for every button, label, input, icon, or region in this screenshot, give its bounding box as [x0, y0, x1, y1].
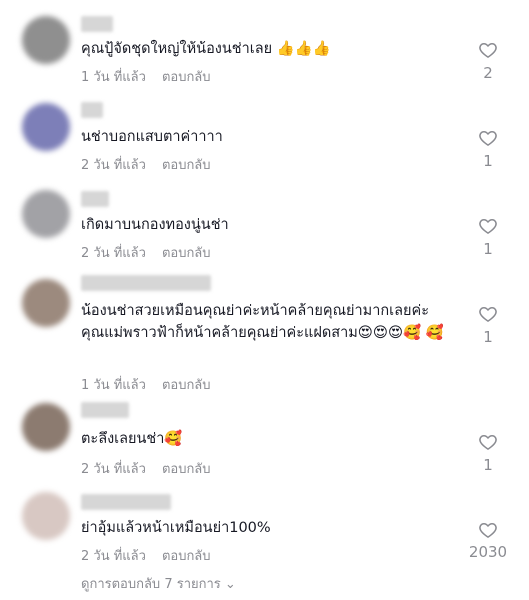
heart-icon[interactable]	[478, 520, 498, 540]
heart-icon[interactable]	[478, 216, 498, 236]
comment-time: 2 วัน ที่แล้ว	[81, 158, 146, 173]
comment-time: 1 วัน ที่แล้ว	[81, 378, 146, 393]
reply-button[interactable]: ตอบกลับ	[162, 462, 211, 477]
like-count: 1	[483, 240, 493, 258]
comment-time: 2 วัน ที่แล้ว	[81, 462, 146, 477]
comment-meta: 1 วัน ที่แล้ว ตอบกลับ	[81, 66, 211, 87]
username-blurred[interactable]	[81, 191, 109, 207]
comment-text: คุณปู้จัดชุดใหญ่ให้น้องนช่าเลย 👍👍👍	[81, 41, 331, 57]
comment-text: ตะลึงเลยนช่า🥰	[81, 431, 183, 447]
avatar[interactable]	[22, 403, 70, 451]
comment-meta: 2 วัน ที่แล้ว ตอบกลับ	[81, 458, 211, 479]
avatar[interactable]	[22, 16, 70, 64]
avatar[interactable]	[22, 492, 70, 540]
username-blurred[interactable]	[81, 402, 129, 418]
comment-meta: 2 วัน ที่แล้ว ตอบกลับ	[81, 242, 211, 263]
like-count: 1	[483, 456, 493, 474]
reply-button[interactable]: ตอบกลับ	[162, 378, 211, 393]
heart-icon[interactable]	[478, 432, 498, 452]
reply-button[interactable]: ตอบกลับ	[162, 549, 211, 564]
username-blurred[interactable]	[81, 494, 171, 510]
heart-icon[interactable]	[478, 40, 498, 60]
comment-text: น้องนช่าสวยเหมือนคุณย่าค่ะหน้าคล้ายคุณย่…	[81, 303, 444, 341]
avatar[interactable]	[22, 279, 70, 327]
username-blurred[interactable]	[81, 102, 103, 118]
comment-meta: 1 วัน ที่แล้ว ตอบกลับ	[81, 374, 211, 395]
username-blurred[interactable]	[81, 16, 113, 32]
comment-time: 1 วัน ที่แล้ว	[81, 70, 146, 85]
reply-button[interactable]: ตอบกลับ	[162, 246, 211, 261]
view-replies-button[interactable]: ดูการตอบกลับ 7 รายการ ⌄	[81, 573, 236, 594]
reply-button[interactable]: ตอบกลับ	[162, 70, 211, 85]
comment-text: ย่าอุ้มแล้วหน้าเหมือนย่า100%	[81, 520, 271, 536]
heart-icon[interactable]	[478, 128, 498, 148]
comment-text: เกิดมาบนกองทองนู่นช่า	[81, 217, 229, 233]
comment-meta: 2 วัน ที่แล้ว ตอบกลับ	[81, 154, 211, 175]
like-count: 1	[483, 152, 493, 170]
comment-time: 2 วัน ที่แล้ว	[81, 549, 146, 564]
comment-time: 2 วัน ที่แล้ว	[81, 246, 146, 261]
heart-icon[interactable]	[478, 304, 498, 324]
like-count: 2	[483, 64, 493, 82]
comment-text: นช่าบอกแสบตาค่าาาา	[81, 129, 223, 145]
like-count: 1	[483, 328, 493, 346]
comment-meta: 2 วัน ที่แล้ว ตอบกลับ	[81, 545, 211, 566]
like-count: 2030	[468, 543, 508, 561]
reply-button[interactable]: ตอบกลับ	[162, 158, 211, 173]
username-blurred[interactable]	[81, 275, 211, 291]
avatar[interactable]	[22, 103, 70, 151]
avatar[interactable]	[22, 190, 70, 238]
